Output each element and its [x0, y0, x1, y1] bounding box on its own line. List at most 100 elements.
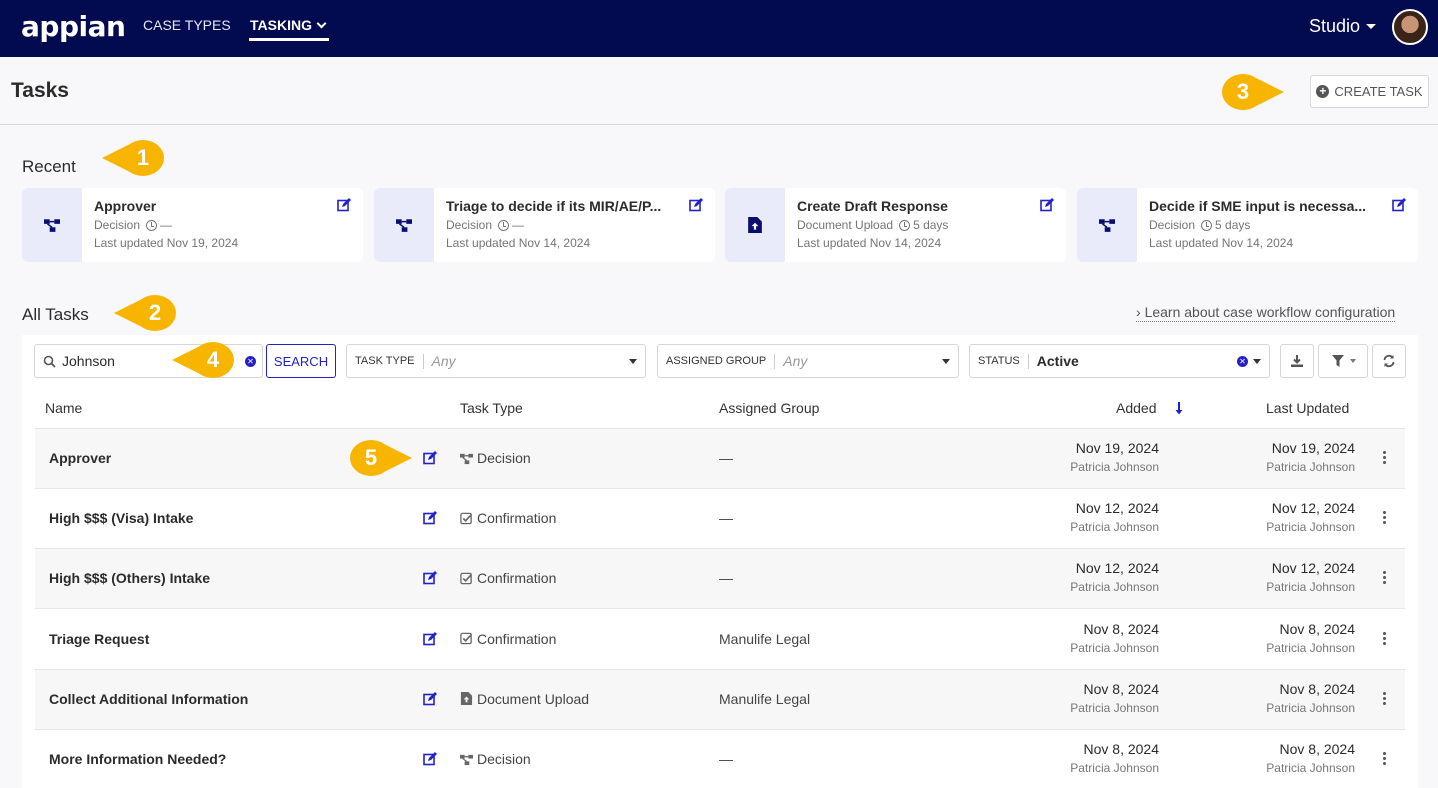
task-type-filter-value: Any [431, 353, 456, 369]
row-menu-icon[interactable] [1383, 511, 1387, 525]
added-by: Patricia Johnson [1070, 761, 1159, 775]
task-name[interactable]: High $$$ (Others) Intake [49, 570, 210, 586]
edit-task-button[interactable] [423, 451, 437, 468]
column-header-last-updated[interactable]: Last Updated [1266, 400, 1349, 416]
document-upload-icon [748, 217, 762, 233]
recent-task-card[interactable]: Triage to decide if its MIR/AE/P... Deci… [374, 188, 715, 262]
recent-task-card[interactable]: Approver Decision — Last updated Nov 19,… [22, 188, 363, 262]
row-menu-icon[interactable] [1383, 691, 1387, 705]
edit-icon[interactable] [1040, 198, 1054, 212]
learn-link-label: Learn about case workflow configuration [1144, 304, 1396, 320]
updated-cell: Nov 19, 2024 Patricia Johnson [1266, 440, 1355, 474]
assigned-group-cell: Manulife Legal [719, 690, 811, 707]
card-edit-button[interactable] [337, 198, 351, 217]
assigned-group-cell: Manulife Legal [719, 630, 811, 647]
nav-case-types[interactable]: CASE TYPES [143, 17, 231, 33]
row-menu-icon[interactable] [1383, 752, 1387, 765]
card-edit-button[interactable] [689, 198, 703, 217]
card-last-updated: Last updated Nov 14, 2024 [797, 236, 942, 250]
table-row[interactable]: Approver Decision — Nov 19, 2024 Patrici… [35, 429, 1405, 489]
card-body: Decide if SME input is necessa... Decisi… [1137, 188, 1418, 262]
row-menu-icon[interactable] [1383, 451, 1387, 464]
recent-task-card[interactable]: Create Draft Response Document Upload 5 … [725, 188, 1066, 262]
edit-task-button[interactable] [423, 691, 437, 709]
column-header-name[interactable]: Name [45, 400, 82, 416]
table-row[interactable]: Collect Additional Information Document … [35, 669, 1405, 730]
added-by: Patricia Johnson [1070, 700, 1159, 715]
nav-tasking[interactable]: TASKING [250, 17, 327, 33]
row-menu-icon[interactable] [1383, 571, 1387, 585]
user-avatar[interactable] [1392, 9, 1428, 45]
task-name[interactable]: High $$$ (Visa) Intake [49, 510, 193, 526]
card-icon-tile [22, 188, 82, 262]
card-task-type: Decision [94, 218, 141, 232]
updated-date: Nov 12, 2024 [1271, 560, 1355, 577]
task-type-cell: Confirmation [460, 570, 556, 586]
added-by: Patricia Johnson [1070, 580, 1159, 595]
assigned-group-filter-value: Any [783, 353, 808, 369]
card-task-type: Decision [1149, 218, 1196, 232]
column-header-added[interactable]: Added [1116, 400, 1156, 416]
refresh-button[interactable] [1372, 344, 1406, 378]
task-name[interactable]: More Information Needed? [49, 751, 226, 767]
edit-icon[interactable] [423, 511, 437, 525]
nav-tasking-label: TASKING [250, 17, 312, 33]
edit-task-button[interactable] [423, 631, 437, 649]
status-filter-label: STATUS [978, 353, 1029, 369]
edit-icon[interactable] [423, 571, 437, 585]
decision-icon [1099, 219, 1115, 232]
card-edit-button[interactable] [1392, 198, 1406, 217]
card-title: Approver [94, 198, 157, 214]
decision-icon [44, 219, 60, 232]
learn-workflow-link[interactable]: › Learn about case workflow configuratio… [1136, 304, 1396, 322]
task-name[interactable]: Collect Additional Information [49, 691, 248, 707]
edit-icon[interactable] [423, 691, 437, 706]
appian-logo[interactable]: appian [21, 10, 126, 43]
caret-down-icon [1349, 359, 1356, 363]
column-header-task-type[interactable]: Task Type [460, 400, 523, 416]
clear-search-icon[interactable]: ✕ [245, 356, 256, 367]
edit-icon[interactable] [423, 752, 437, 766]
chevron-right-icon: › [1136, 304, 1141, 320]
column-header-assigned-group[interactable]: Assigned Group [719, 400, 819, 416]
download-button[interactable] [1280, 344, 1314, 378]
edit-icon[interactable] [1392, 198, 1406, 212]
edit-icon[interactable] [689, 198, 703, 212]
edit-icon[interactable] [423, 451, 437, 465]
task-type-cell: Decision [460, 751, 531, 767]
edit-task-button[interactable] [423, 511, 437, 528]
card-edit-button[interactable] [1040, 198, 1054, 217]
table-row[interactable]: High $$$ (Visa) Intake Confirmation — No… [35, 489, 1405, 550]
card-title: Decide if SME input is necessa... [1149, 198, 1367, 214]
edit-task-button[interactable] [423, 752, 437, 769]
task-name[interactable]: Triage Request [49, 631, 149, 647]
clear-status-icon[interactable]: ✕ [1237, 356, 1248, 367]
checkbox-icon [460, 512, 472, 524]
filter-menu-button[interactable] [1318, 344, 1368, 378]
edit-task-button[interactable] [423, 571, 437, 588]
recent-task-card[interactable]: Decide if SME input is necessa... Decisi… [1077, 188, 1418, 262]
card-body: Approver Decision — Last updated Nov 19,… [82, 188, 363, 262]
task-type-filter-label: TASK TYPE [355, 353, 424, 369]
download-icon [1291, 355, 1303, 367]
recent-heading: Recent [22, 157, 76, 176]
edit-icon[interactable] [423, 631, 437, 646]
sort-descending-icon[interactable] [1175, 402, 1183, 415]
card-meta: Document Upload 5 days [797, 218, 1054, 232]
table-row[interactable]: High $$$ (Others) Intake Confirmation — … [35, 549, 1405, 610]
added-date: Nov 8, 2024 [1083, 680, 1160, 697]
search-button[interactable]: SEARCH [266, 344, 336, 378]
assigned-group-filter[interactable]: ASSIGNED GROUP Any [657, 344, 959, 378]
task-type-filter[interactable]: TASK TYPE Any [346, 344, 646, 378]
studio-menu[interactable]: Studio [1309, 16, 1377, 37]
table-row[interactable]: Triage Request Confirmation Manulife Leg… [35, 610, 1405, 670]
task-name[interactable]: Approver [49, 450, 111, 466]
create-task-button[interactable]: + CREATE TASK [1310, 75, 1429, 108]
row-menu-icon[interactable] [1383, 631, 1387, 645]
top-nav-bar: appian CASE TYPES TASKING Studio [0, 0, 1438, 57]
status-filter[interactable]: STATUS Active ✕ [969, 344, 1270, 378]
studio-label: Studio [1309, 16, 1361, 36]
checkbox-icon [460, 632, 472, 645]
edit-icon[interactable] [337, 198, 351, 212]
table-row[interactable]: More Information Needed? Decision — Nov … [35, 730, 1405, 788]
